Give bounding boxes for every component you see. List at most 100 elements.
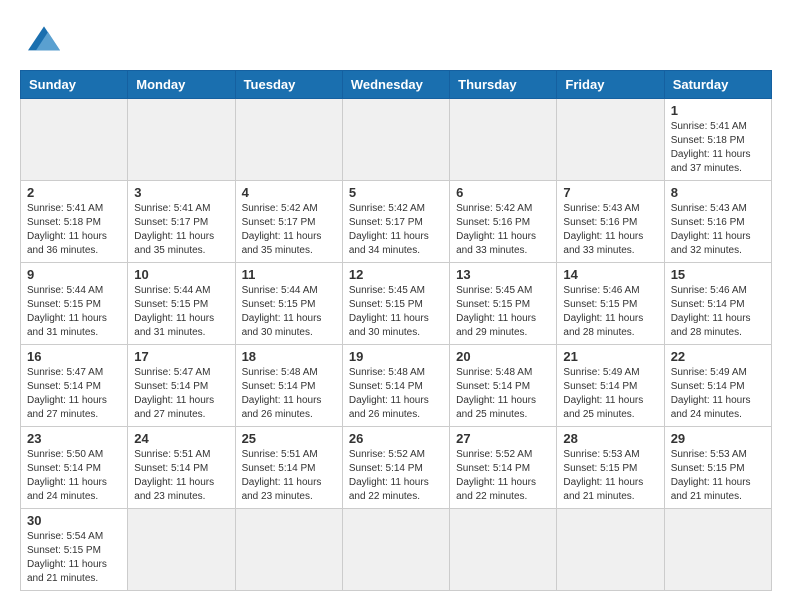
calendar-cell: 28 Sunrise: 5:53 AM Sunset: 5:15 PM Dayli… [557,427,664,509]
calendar-cell: 23Sunrise: 5:50 AM Sunset: 5:14 PM Dayli… [21,427,128,509]
calendar-cell: 9 Sunrise: 5:44 AM Sunset: 5:15 PM Daylig… [21,263,128,345]
week-row-5: 23Sunrise: 5:50 AM Sunset: 5:14 PM Dayli… [21,427,772,509]
calendar-cell: 5Sunrise: 5:42 AM Sunset: 5:17 PM Daylig… [342,181,449,263]
week-row-3: 9 Sunrise: 5:44 AM Sunset: 5:15 PM Daylig… [21,263,772,345]
calendar-cell [557,509,664,591]
day-number: 16 [27,349,121,364]
calendar-cell: 29Sunrise: 5:53 AM Sunset: 5:15 PM Dayli… [664,427,771,509]
day-info: Sunrise: 5:46 AM Sunset: 5:15 PM Dayligh… [563,284,657,340]
day-number: 2 [27,185,121,200]
day-info: Sunrise: 5:47 AM Sunset: 5:14 PM Dayligh… [27,366,121,422]
day-number: 10 [134,267,228,282]
day-number: 28 [563,431,657,446]
calendar-cell [450,509,557,591]
day-number: 14 [563,267,657,282]
calendar-table: SundayMondayTuesdayWednesdayThursdayFrid… [20,70,772,591]
calendar-cell [128,509,235,591]
day-info: Sunrise: 5:53 AM Sunset: 5:15 PM Dayligh… [563,448,657,504]
calendar-cell: 15Sunrise: 5:46 AM Sunset: 5:14 PM Dayli… [664,263,771,345]
day-info: Sunrise: 5:47 AM Sunset: 5:14 PM Dayligh… [134,366,228,422]
calendar-cell: 22 Sunrise: 5:49 AM Sunset: 5:14 PM Dayli… [664,345,771,427]
day-number: 1 [671,103,765,118]
calendar-cell: 14 Sunrise: 5:46 AM Sunset: 5:15 PM Dayli… [557,263,664,345]
day-header-sunday: Sunday [21,71,128,99]
calendar-cell: 4 Sunrise: 5:42 AM Sunset: 5:17 PM Daylig… [235,181,342,263]
week-row-4: 16 Sunrise: 5:47 AM Sunset: 5:14 PM Dayli… [21,345,772,427]
calendar-cell [450,99,557,181]
day-info: Sunrise: 5:44 AM Sunset: 5:15 PM Dayligh… [134,284,228,340]
calendar-cell [557,99,664,181]
day-info: Sunrise: 5:41 AM Sunset: 5:18 PM Dayligh… [27,202,121,258]
calendar-cell: 19 Sunrise: 5:48 AM Sunset: 5:14 PM Dayli… [342,345,449,427]
day-number: 15 [671,267,765,282]
day-number: 30 [27,513,121,528]
calendar-cell: 7 Sunrise: 5:43 AM Sunset: 5:16 PM Daylig… [557,181,664,263]
day-info: Sunrise: 5:48 AM Sunset: 5:14 PM Dayligh… [349,366,443,422]
day-info: Sunrise: 5:44 AM Sunset: 5:15 PM Dayligh… [27,284,121,340]
day-info: Sunrise: 5:48 AM Sunset: 5:14 PM Dayligh… [242,366,336,422]
day-info: Sunrise: 5:52 AM Sunset: 5:14 PM Dayligh… [349,448,443,504]
week-row-1: 1 Sunrise: 5:41 AM Sunset: 5:18 PM Daylig… [21,99,772,181]
calendar-cell: 1 Sunrise: 5:41 AM Sunset: 5:18 PM Daylig… [664,99,771,181]
day-number: 24 [134,431,228,446]
calendar-cell: 30Sunrise: 5:54 AM Sunset: 5:15 PM Dayli… [21,509,128,591]
day-number: 9 [27,267,121,282]
day-info: Sunrise: 5:51 AM Sunset: 5:14 PM Dayligh… [134,448,228,504]
day-number: 18 [242,349,336,364]
calendar-cell: 27 Sunrise: 5:52 AM Sunset: 5:14 PM Dayli… [450,427,557,509]
day-number: 7 [563,185,657,200]
day-number: 3 [134,185,228,200]
week-row-2: 2 Sunrise: 5:41 AM Sunset: 5:18 PM Daylig… [21,181,772,263]
calendar-cell: 25Sunrise: 5:51 AM Sunset: 5:14 PM Dayli… [235,427,342,509]
day-info: Sunrise: 5:42 AM Sunset: 5:17 PM Dayligh… [242,202,336,258]
day-info: Sunrise: 5:41 AM Sunset: 5:17 PM Dayligh… [134,202,228,258]
calendar-cell: 3 Sunrise: 5:41 AM Sunset: 5:17 PM Daylig… [128,181,235,263]
calendar-cell: 18 Sunrise: 5:48 AM Sunset: 5:14 PM Dayli… [235,345,342,427]
calendar-cell [342,99,449,181]
day-info: Sunrise: 5:52 AM Sunset: 5:14 PM Dayligh… [456,448,550,504]
day-number: 25 [242,431,336,446]
day-info: Sunrise: 5:48 AM Sunset: 5:14 PM Dayligh… [456,366,550,422]
day-info: Sunrise: 5:44 AM Sunset: 5:15 PM Dayligh… [242,284,336,340]
day-info: Sunrise: 5:42 AM Sunset: 5:17 PM Dayligh… [349,202,443,258]
calendar-cell [664,509,771,591]
calendar-cell: 21Sunrise: 5:49 AM Sunset: 5:14 PM Dayli… [557,345,664,427]
day-info: Sunrise: 5:41 AM Sunset: 5:18 PM Dayligh… [671,120,765,176]
day-info: Sunrise: 5:45 AM Sunset: 5:15 PM Dayligh… [456,284,550,340]
day-number: 21 [563,349,657,364]
day-number: 19 [349,349,443,364]
day-number: 11 [242,267,336,282]
calendar-header-row: SundayMondayTuesdayWednesdayThursdayFrid… [21,71,772,99]
day-info: Sunrise: 5:50 AM Sunset: 5:14 PM Dayligh… [27,448,121,504]
day-number: 4 [242,185,336,200]
logo [20,20,64,60]
day-number: 29 [671,431,765,446]
day-header-friday: Friday [557,71,664,99]
day-info: Sunrise: 5:45 AM Sunset: 5:15 PM Dayligh… [349,284,443,340]
calendar-cell: 13 Sunrise: 5:45 AM Sunset: 5:15 PM Dayli… [450,263,557,345]
day-header-thursday: Thursday [450,71,557,99]
day-number: 12 [349,267,443,282]
week-row-6: 30Sunrise: 5:54 AM Sunset: 5:15 PM Dayli… [21,509,772,591]
day-number: 27 [456,431,550,446]
calendar-cell: 11 Sunrise: 5:44 AM Sunset: 5:15 PM Dayli… [235,263,342,345]
day-info: Sunrise: 5:43 AM Sunset: 5:16 PM Dayligh… [563,202,657,258]
calendar-cell: 10 Sunrise: 5:44 AM Sunset: 5:15 PM Dayli… [128,263,235,345]
day-info: Sunrise: 5:43 AM Sunset: 5:16 PM Dayligh… [671,202,765,258]
day-header-saturday: Saturday [664,71,771,99]
day-header-wednesday: Wednesday [342,71,449,99]
day-number: 13 [456,267,550,282]
calendar-cell: 2 Sunrise: 5:41 AM Sunset: 5:18 PM Daylig… [21,181,128,263]
page-header [20,20,772,60]
calendar-cell [21,99,128,181]
day-number: 6 [456,185,550,200]
day-info: Sunrise: 5:49 AM Sunset: 5:14 PM Dayligh… [671,366,765,422]
day-header-monday: Monday [128,71,235,99]
calendar-cell: 12 Sunrise: 5:45 AM Sunset: 5:15 PM Dayli… [342,263,449,345]
day-header-tuesday: Tuesday [235,71,342,99]
calendar-cell: 6Sunrise: 5:42 AM Sunset: 5:16 PM Daylig… [450,181,557,263]
calendar-cell: 26Sunrise: 5:52 AM Sunset: 5:14 PM Dayli… [342,427,449,509]
calendar-cell [235,99,342,181]
day-number: 22 [671,349,765,364]
calendar-cell: 16 Sunrise: 5:47 AM Sunset: 5:14 PM Dayli… [21,345,128,427]
